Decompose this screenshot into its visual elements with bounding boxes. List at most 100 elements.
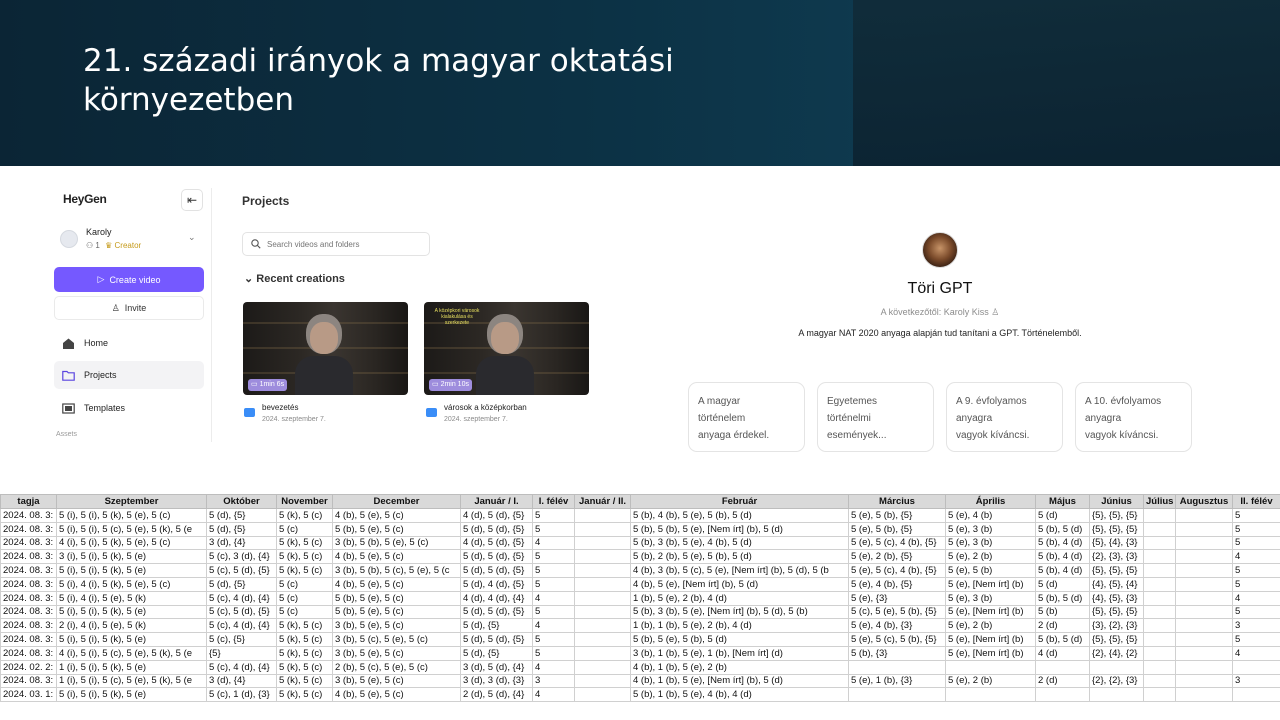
gpt-name: Töri GPT <box>907 280 973 297</box>
table-cell: 3 (d), {4} <box>206 535 277 551</box>
table-cell <box>574 521 631 537</box>
table-cell <box>1035 687 1090 703</box>
table-cell: 5 <box>532 576 575 592</box>
table-cell: 4 (d), 4 (d), {4} <box>460 590 533 606</box>
table-cell: 3 (b), 5 (c), 5 (e), 5 (c) <box>332 632 461 647</box>
conversation-starter[interactable]: A magyar történelem anyaga érdekel. <box>688 382 805 452</box>
table-cell <box>1143 618 1176 634</box>
table-cell: 5 (i), 5 (i), 5 (k), 5 (e), 5 (c) <box>56 508 207 523</box>
table-cell: {3}, {2}, {3} <box>1089 618 1144 634</box>
collapse-icon: ⇤ <box>186 193 198 207</box>
table-cell: 5 (c), 5 (d), {5} <box>206 563 277 578</box>
table-cell: 5 <box>1232 576 1280 592</box>
column-header: Február <box>630 494 849 509</box>
table-cell <box>945 659 1036 675</box>
create-video-label: Create video <box>109 274 161 285</box>
play-icon: ▷ <box>97 274 105 284</box>
column-header: Január / I. <box>460 494 533 509</box>
table-cell <box>574 645 631 661</box>
starter-line: anyagra <box>1085 413 1122 424</box>
grade-table: tagja Szeptember Október November December Ja… <box>0 494 1280 703</box>
table-row: 2024. 02. 2: 1 (i), 5 (i), 5 (k), 5 (e) 5 … <box>0 659 1280 675</box>
table-cell <box>1143 590 1176 606</box>
table-cell: 2024. 02. 2: <box>0 659 57 675</box>
table-cell: 5 (k), 5 (c) <box>276 632 333 647</box>
table-cell: 5 <box>1232 521 1280 537</box>
table-cell: 4 (b), 3 (b), 5 (c), 5 (e), [Nem írt] (b… <box>630 563 849 578</box>
sidebar-item-label: Home <box>84 338 109 348</box>
table-cell <box>1232 659 1280 675</box>
table-cell: 5 (i), 4 (i), 5 (k), 5 (e), 5 (c) <box>56 576 207 592</box>
table-cell: 5 (b), 2 (b), 5 (e), 5 (b), 5 (d) <box>630 549 849 565</box>
video-icon <box>426 408 437 417</box>
table-cell: {5}, {5}, {5} <box>1089 604 1144 620</box>
search-input[interactable] <box>267 239 427 249</box>
table-cell: 5 <box>532 508 575 523</box>
table-cell: 5 <box>532 632 575 647</box>
invite-button[interactable]: ♙ Invite <box>54 296 204 320</box>
table-cell: 5 (i), 5 (i), 5 (k), 5 (e) <box>56 687 207 703</box>
starter-line: A 10. évfolyamos <box>1085 396 1162 407</box>
column-header: November <box>276 494 333 509</box>
video-title[interactable]: bevezetés <box>262 403 298 412</box>
collapse-sidebar-button[interactable]: ⇤ <box>181 189 203 211</box>
sidebar-item-home[interactable]: Home <box>54 329 204 357</box>
table-cell: 5 (i), 5 (i), 5 (k), 5 (e) <box>56 604 207 620</box>
table-cell: 5 (b), 5 (e), 5 (b), 5 (d) <box>630 632 849 647</box>
table-cell <box>1143 645 1176 661</box>
duration-label: 1min 6s <box>259 381 285 388</box>
table-cell: 5 <box>532 563 575 578</box>
table-cell <box>1175 645 1233 661</box>
table-cell <box>1175 687 1233 703</box>
person-icon: ♙ <box>991 307 1000 317</box>
person-icon: ♙ <box>111 302 120 313</box>
column-header: tagja <box>0 494 57 509</box>
table-cell: 2 (d) <box>1035 618 1090 634</box>
table-cell: 5 <box>1232 563 1280 578</box>
chevron-down-icon: ⌄ <box>188 232 196 242</box>
column-header: Június <box>1089 494 1144 509</box>
table-cell: 5 (d), 5 (d), {5} <box>460 563 533 578</box>
table-cell: 4 <box>1232 645 1280 661</box>
table-cell: 5 (b), 5 (d) <box>1035 632 1090 647</box>
search-box <box>242 232 430 256</box>
table-cell: 1 (i), 5 (i), 5 (c), 5 (e), 5 (k), 5 (e <box>56 673 207 689</box>
recent-creations-toggle[interactable]: ⌄ Recent creations <box>244 272 345 285</box>
sidebar-item-templates[interactable]: Templates <box>54 394 204 422</box>
column-header: Április <box>945 494 1036 509</box>
slide-title: 21. századi irányok a magyar oktatási kö… <box>83 42 783 120</box>
table-cell: 5 (i), 4 (i), 5 (e), 5 (k) <box>56 590 207 606</box>
table-cell <box>1143 673 1176 689</box>
video-thumbnail[interactable]: ▭ 1min 6s <box>243 302 408 395</box>
table-cell: {2}, {3}, {3} <box>1089 549 1144 565</box>
user-switcher[interactable]: Karoly ⚇ 1 ♛ Creator ⌄ <box>55 222 205 256</box>
table-cell: 5 <box>1232 535 1280 551</box>
create-video-button[interactable]: ▷ Create video <box>54 267 204 292</box>
duration-label: 2min 10s <box>440 381 469 388</box>
video-title[interactable]: városok a középkorban <box>444 403 527 412</box>
table-cell: 5 (d), {5} <box>460 645 533 661</box>
table-cell: 5 (e), 4 (b) <box>945 508 1036 523</box>
table-cell: 4 <box>532 618 575 634</box>
table-cell <box>574 576 631 592</box>
column-header: Július <box>1143 494 1176 509</box>
table-cell: 5 (e), 5 (c), 5 (b), {5} <box>848 632 946 647</box>
sidebar-item-projects[interactable]: Projects <box>54 361 204 389</box>
conversation-starter[interactable]: A 10. évfolyamos anyagra vagyok kíváncsi… <box>1075 382 1192 452</box>
table-cell: 3 (d), 5 (d), {4} <box>460 659 533 675</box>
conversation-starter[interactable]: A 9. évfolyamos anyagra vagyok kíváncsi. <box>946 382 1063 452</box>
table-cell: 5 (k), 5 (c) <box>276 659 333 675</box>
table-cell <box>1143 521 1176 537</box>
table-cell <box>1175 535 1233 551</box>
conversation-starter[interactable]: Egyetemes történelmi események... <box>817 382 934 452</box>
table-cell: 2 (b), 5 (c), 5 (e), 5 (c) <box>332 659 461 675</box>
table-cell: 5 (e), 3 (b) <box>945 521 1036 537</box>
table-cell <box>1175 508 1233 523</box>
gpt-author: A következőtől: Karoly Kiss ♙ <box>780 307 1100 318</box>
table-cell: 3 (b), 5 (e), 5 (c) <box>332 618 461 634</box>
video-thumbnail[interactable]: A középkori városok kialakulása és szerk… <box>424 302 589 395</box>
table-cell: 2024. 08. 3: <box>0 645 57 661</box>
gpt-author-text: A következőtől: Karoly Kiss <box>880 307 989 317</box>
table-cell: 5 (e), 2 (b) <box>945 549 1036 565</box>
table-row: 2024. 08. 3: 4 (i), 5 (i), 5 (c), 5 (e), … <box>0 645 1280 661</box>
